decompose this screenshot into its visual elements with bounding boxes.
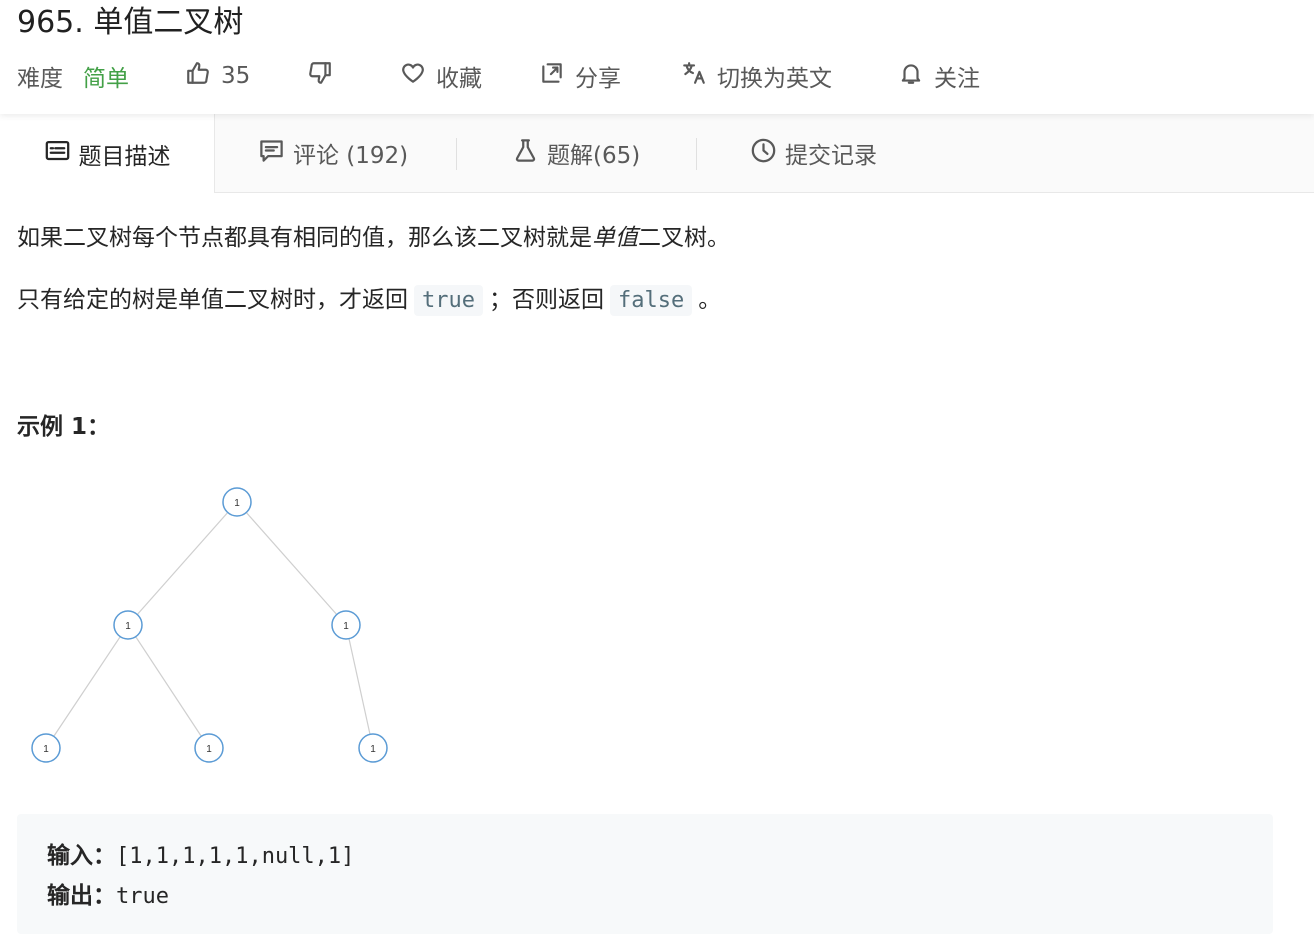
follow-label: 关注 <box>934 66 980 92</box>
example-title: 示例 1： <box>17 414 111 440</box>
problem-title: 965. 单值二叉树 <box>17 5 244 40</box>
share-icon <box>539 60 565 92</box>
description-text: 如果二叉树每个节点都具有相同的值，那么该二叉树就是 <box>17 225 592 251</box>
share-label: 分享 <box>575 66 621 92</box>
difficulty-value: 简单 <box>83 66 129 92</box>
difficulty-label: 难度 <box>17 66 63 92</box>
thumbs-up-icon <box>185 60 211 92</box>
tree-node-label: 1 <box>234 498 240 509</box>
tab-solutions[interactable]: 题解(65) <box>512 114 640 192</box>
dislike-button[interactable] <box>307 58 333 94</box>
tab-divider <box>456 138 457 170</box>
tree-node-label: 1 <box>370 744 376 755</box>
flask-icon <box>512 137 547 170</box>
difficulty: 难度 简单 <box>17 58 129 94</box>
example-input-line: 输入：[1,1,1,1,1,null,1] <box>47 836 354 870</box>
description-text: 。 <box>698 287 722 313</box>
bell-icon <box>898 60 924 92</box>
description-paragraph-2: 只有给定的树是单值二叉树时，才返回 true ；否则返回 false。 <box>17 276 1297 325</box>
tab-submissions[interactable]: 提交记录 <box>750 114 877 192</box>
problem-description: 如果二叉树每个节点都具有相同的值，那么该二叉树就是单值二叉树。 只有给定的树是单… <box>17 214 1297 325</box>
tab-description[interactable]: 题目描述 <box>0 114 215 193</box>
follow-button[interactable]: 关注 <box>898 58 980 94</box>
description-paragraph-1: 如果二叉树每个节点都具有相同的值，那么该二叉树就是单值二叉树。 <box>17 214 1297 262</box>
output-label: 输出： <box>47 883 116 909</box>
tree-node-label: 1 <box>43 744 49 755</box>
switch-language-label: 切换为英文 <box>717 66 832 92</box>
switch-language-button[interactable]: 切换为英文 <box>681 58 832 94</box>
description-emphasis: 单值 <box>592 225 638 251</box>
tree-node-label: 1 <box>206 744 212 755</box>
tab-comments-label: 评论 (192) <box>293 143 409 169</box>
like-count: 35 <box>221 63 251 89</box>
tree-edge <box>345 624 374 749</box>
description-icon <box>44 137 79 170</box>
description-text: ；否则返回 <box>488 287 604 313</box>
tree-edge <box>45 624 129 749</box>
tab-submissions-label: 提交记录 <box>785 143 877 169</box>
translate-icon <box>681 60 707 92</box>
example-tree-diagram: 1 1 1 1 1 1 <box>31 487 388 763</box>
tree-node-label: 1 <box>125 621 131 632</box>
inline-code-true: true <box>414 285 483 316</box>
tab-solutions-label: 题解(65) <box>547 143 641 169</box>
thumbs-down-icon <box>307 60 333 92</box>
share-button[interactable]: 分享 <box>539 58 621 94</box>
favorite-button[interactable]: 收藏 <box>400 58 482 94</box>
comment-icon <box>258 137 293 170</box>
tab-description-label: 题目描述 <box>78 143 171 170</box>
clock-icon <box>750 137 785 170</box>
example-code-block: 输入：[1,1,1,1,1,null,1] 输出：true <box>17 814 1273 934</box>
tab-comments[interactable]: 评论 (192) <box>258 114 408 192</box>
tab-bar: 题目描述 评论 (192) 题解(65) 提交记录 <box>0 114 1314 193</box>
example-output-line: 输出：true <box>47 876 169 910</box>
tree-node-label: 1 <box>343 621 349 632</box>
input-label: 输入： <box>47 843 116 869</box>
input-value: [1,1,1,1,1,null,1] <box>116 844 355 869</box>
heart-icon <box>400 60 426 92</box>
tree-edge <box>236 501 347 626</box>
like-button[interactable]: 35 <box>185 58 250 94</box>
description-text: 只有给定的树是单值二叉树时，才返回 <box>17 287 408 313</box>
description-text: 二叉树。 <box>638 225 730 251</box>
tree-edge <box>127 501 238 626</box>
tree-edge <box>127 624 210 749</box>
problem-header: 965. 单值二叉树 难度 简单 35 收藏 分享 切换为英文 关注 <box>0 0 1314 114</box>
inline-code-false: false <box>609 285 693 316</box>
tab-divider <box>696 138 697 170</box>
output-value: true <box>116 884 169 909</box>
favorite-label: 收藏 <box>436 66 482 92</box>
